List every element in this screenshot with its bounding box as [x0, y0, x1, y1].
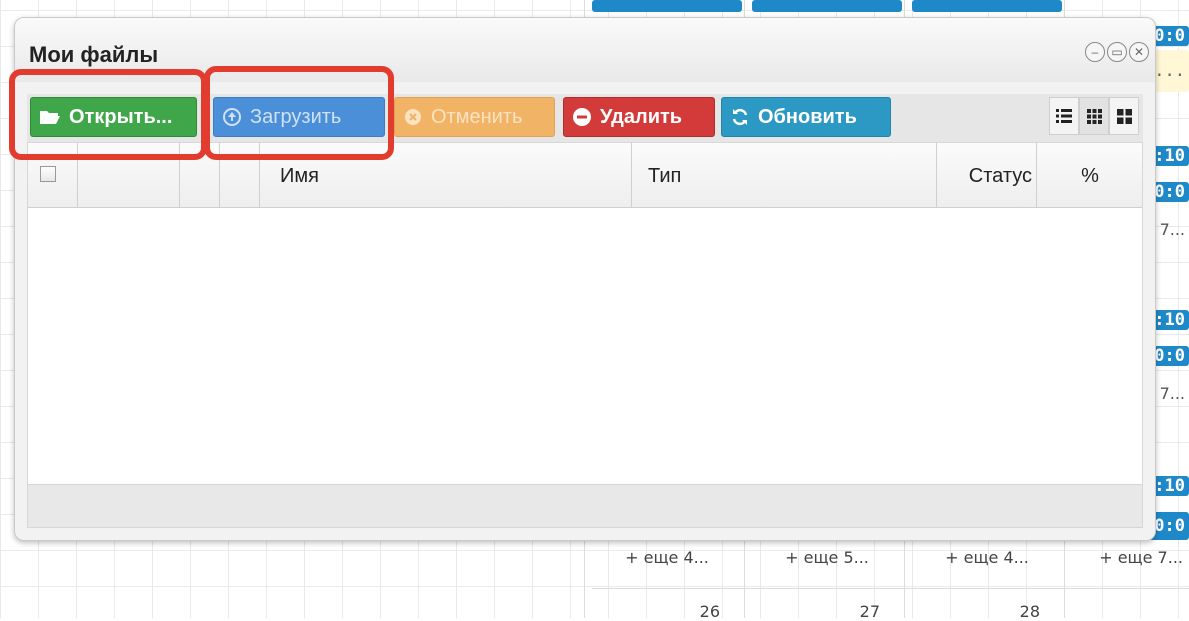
minimize-icon[interactable]: – — [1085, 42, 1105, 62]
calendar-more-link[interactable]: + еще 4... — [592, 548, 742, 567]
column-header-type[interactable]: Тип — [632, 143, 937, 207]
small-icons-view-icon[interactable] — [1079, 97, 1109, 135]
column-header-percent[interactable]: % — [1037, 143, 1143, 207]
calendar-day-number: 26 — [699, 602, 720, 621]
calendar-event[interactable] — [912, 0, 1062, 12]
close-icon[interactable]: ✕ — [1129, 42, 1149, 62]
annotation-highlight-upload — [204, 66, 394, 160]
calendar-event[interactable] — [752, 0, 902, 12]
window-controls: – ▭ ✕ — [1085, 42, 1149, 62]
calendar-day-number: 28 — [1019, 602, 1040, 621]
cancel-button-label: Отменить — [431, 105, 523, 128]
calendar-event[interactable] — [592, 0, 742, 12]
view-mode-group — [1049, 97, 1139, 135]
window-title: Мои файлы — [29, 42, 159, 67]
file-list-footer — [28, 484, 1142, 527]
cancel-icon — [403, 107, 423, 127]
calendar-more-link[interactable]: + еще 7... — [1072, 548, 1189, 567]
cancel-button[interactable]: Отменить — [394, 97, 555, 137]
delete-button-label: Удалить — [600, 105, 683, 128]
calendar-more-link[interactable]: + еще 4... — [912, 548, 1062, 567]
delete-button[interactable]: Удалить — [563, 97, 715, 137]
refresh-icon — [730, 107, 750, 127]
calendar-more-link[interactable]: + еще 5... — [752, 548, 902, 567]
large-icons-view-icon[interactable] — [1109, 97, 1139, 135]
refresh-button[interactable]: Обновить — [721, 97, 891, 137]
minus-circle-icon — [572, 107, 592, 127]
list-view-icon[interactable] — [1049, 97, 1079, 135]
column-header-status[interactable]: Статус — [937, 143, 1037, 207]
calendar-day-number: 27 — [859, 602, 880, 621]
file-list-grid: Имя Тип Статус % — [27, 142, 1143, 528]
maximize-icon[interactable]: ▭ — [1107, 42, 1127, 62]
select-all-checkbox[interactable] — [40, 166, 56, 182]
refresh-button-label: Обновить — [758, 105, 857, 128]
annotation-highlight-open — [9, 69, 207, 160]
